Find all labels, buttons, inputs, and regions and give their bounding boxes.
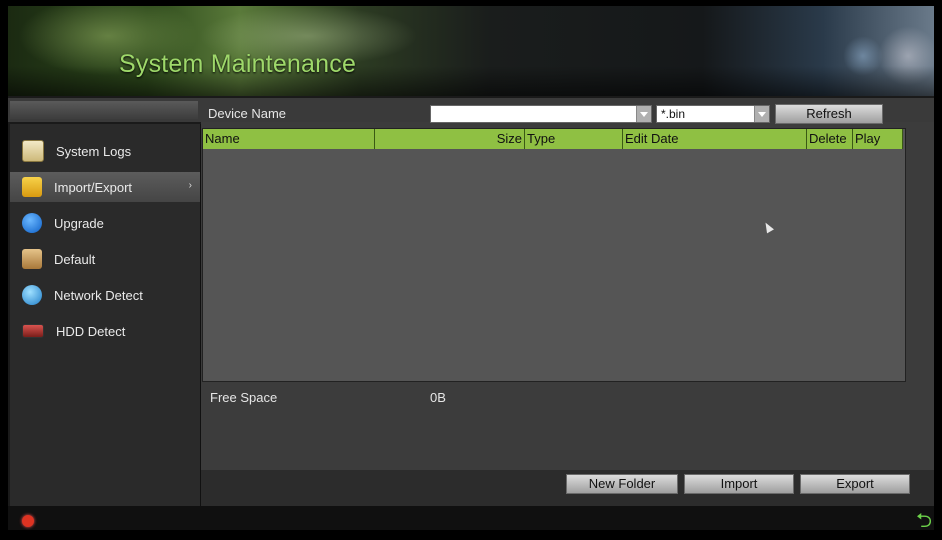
export-button[interactable]: Export <box>800 474 910 494</box>
sidebar-item-hdd-detect[interactable]: HDD Detect <box>10 316 200 346</box>
upgrade-icon <box>22 213 42 233</box>
new-folder-button[interactable]: New Folder <box>566 474 678 494</box>
sidebar-item-label: HDD Detect <box>56 323 126 339</box>
file-type-select[interactable]: *.bin <box>656 105 770 123</box>
sidebar-item-label: Upgrade <box>54 215 104 231</box>
sidebar-item-label: Default <box>54 251 96 267</box>
box-icon <box>22 249 42 269</box>
chevron-down-icon <box>754 106 769 122</box>
log-icon <box>22 140 44 162</box>
free-space-value: 0B <box>430 390 446 405</box>
sidebar-item-upgrade[interactable]: Upgrade <box>10 208 200 238</box>
column-header-type[interactable]: Type <box>525 129 623 149</box>
table-header: Name Size Type Edit Date Delete Play <box>203 129 903 149</box>
column-header-size[interactable]: Size <box>375 129 525 149</box>
chevron-down-icon <box>636 106 651 122</box>
sidebar-header <box>10 101 198 119</box>
sidebar-item-default[interactable]: Default <box>10 244 200 274</box>
sidebar-item-network-detect[interactable]: Network Detect <box>10 280 200 310</box>
import-button[interactable]: Import <box>684 474 794 494</box>
column-header-edit-date[interactable]: Edit Date <box>623 129 807 149</box>
column-header-name[interactable]: Name <box>203 129 375 149</box>
column-header-delete[interactable]: Delete <box>807 129 853 149</box>
refresh-button[interactable]: Refresh <box>775 104 883 124</box>
sidebar-item-import-export[interactable]: Import/Export › <box>10 172 200 202</box>
column-header-play[interactable]: Play <box>853 129 903 149</box>
back-icon[interactable]: ⮌ <box>916 506 932 540</box>
hdd-icon <box>22 324 44 338</box>
page-title: System Maintenance <box>119 50 357 78</box>
status-bar <box>8 506 934 530</box>
sidebar-item-label: Import/Export <box>54 179 133 195</box>
free-space-label: Free Space <box>210 390 278 405</box>
device-name-select[interactable] <box>430 105 652 123</box>
sidebar-item-label: System Logs <box>56 143 132 159</box>
power-icon[interactable] <box>22 515 34 527</box>
file-table: Name Size Type Edit Date Delete Play <box>202 128 906 382</box>
sidebar-item-system-logs[interactable]: System Logs <box>10 136 200 166</box>
folder-icon <box>22 177 42 197</box>
globe-icon <box>22 285 42 305</box>
chevron-right-icon: › <box>188 180 192 191</box>
sidebar-item-label: Network Detect <box>54 287 143 303</box>
device-name-label: Device Name <box>208 106 287 121</box>
sidebar: System Logs Import/Export › Upgrade Defa… <box>10 124 201 506</box>
